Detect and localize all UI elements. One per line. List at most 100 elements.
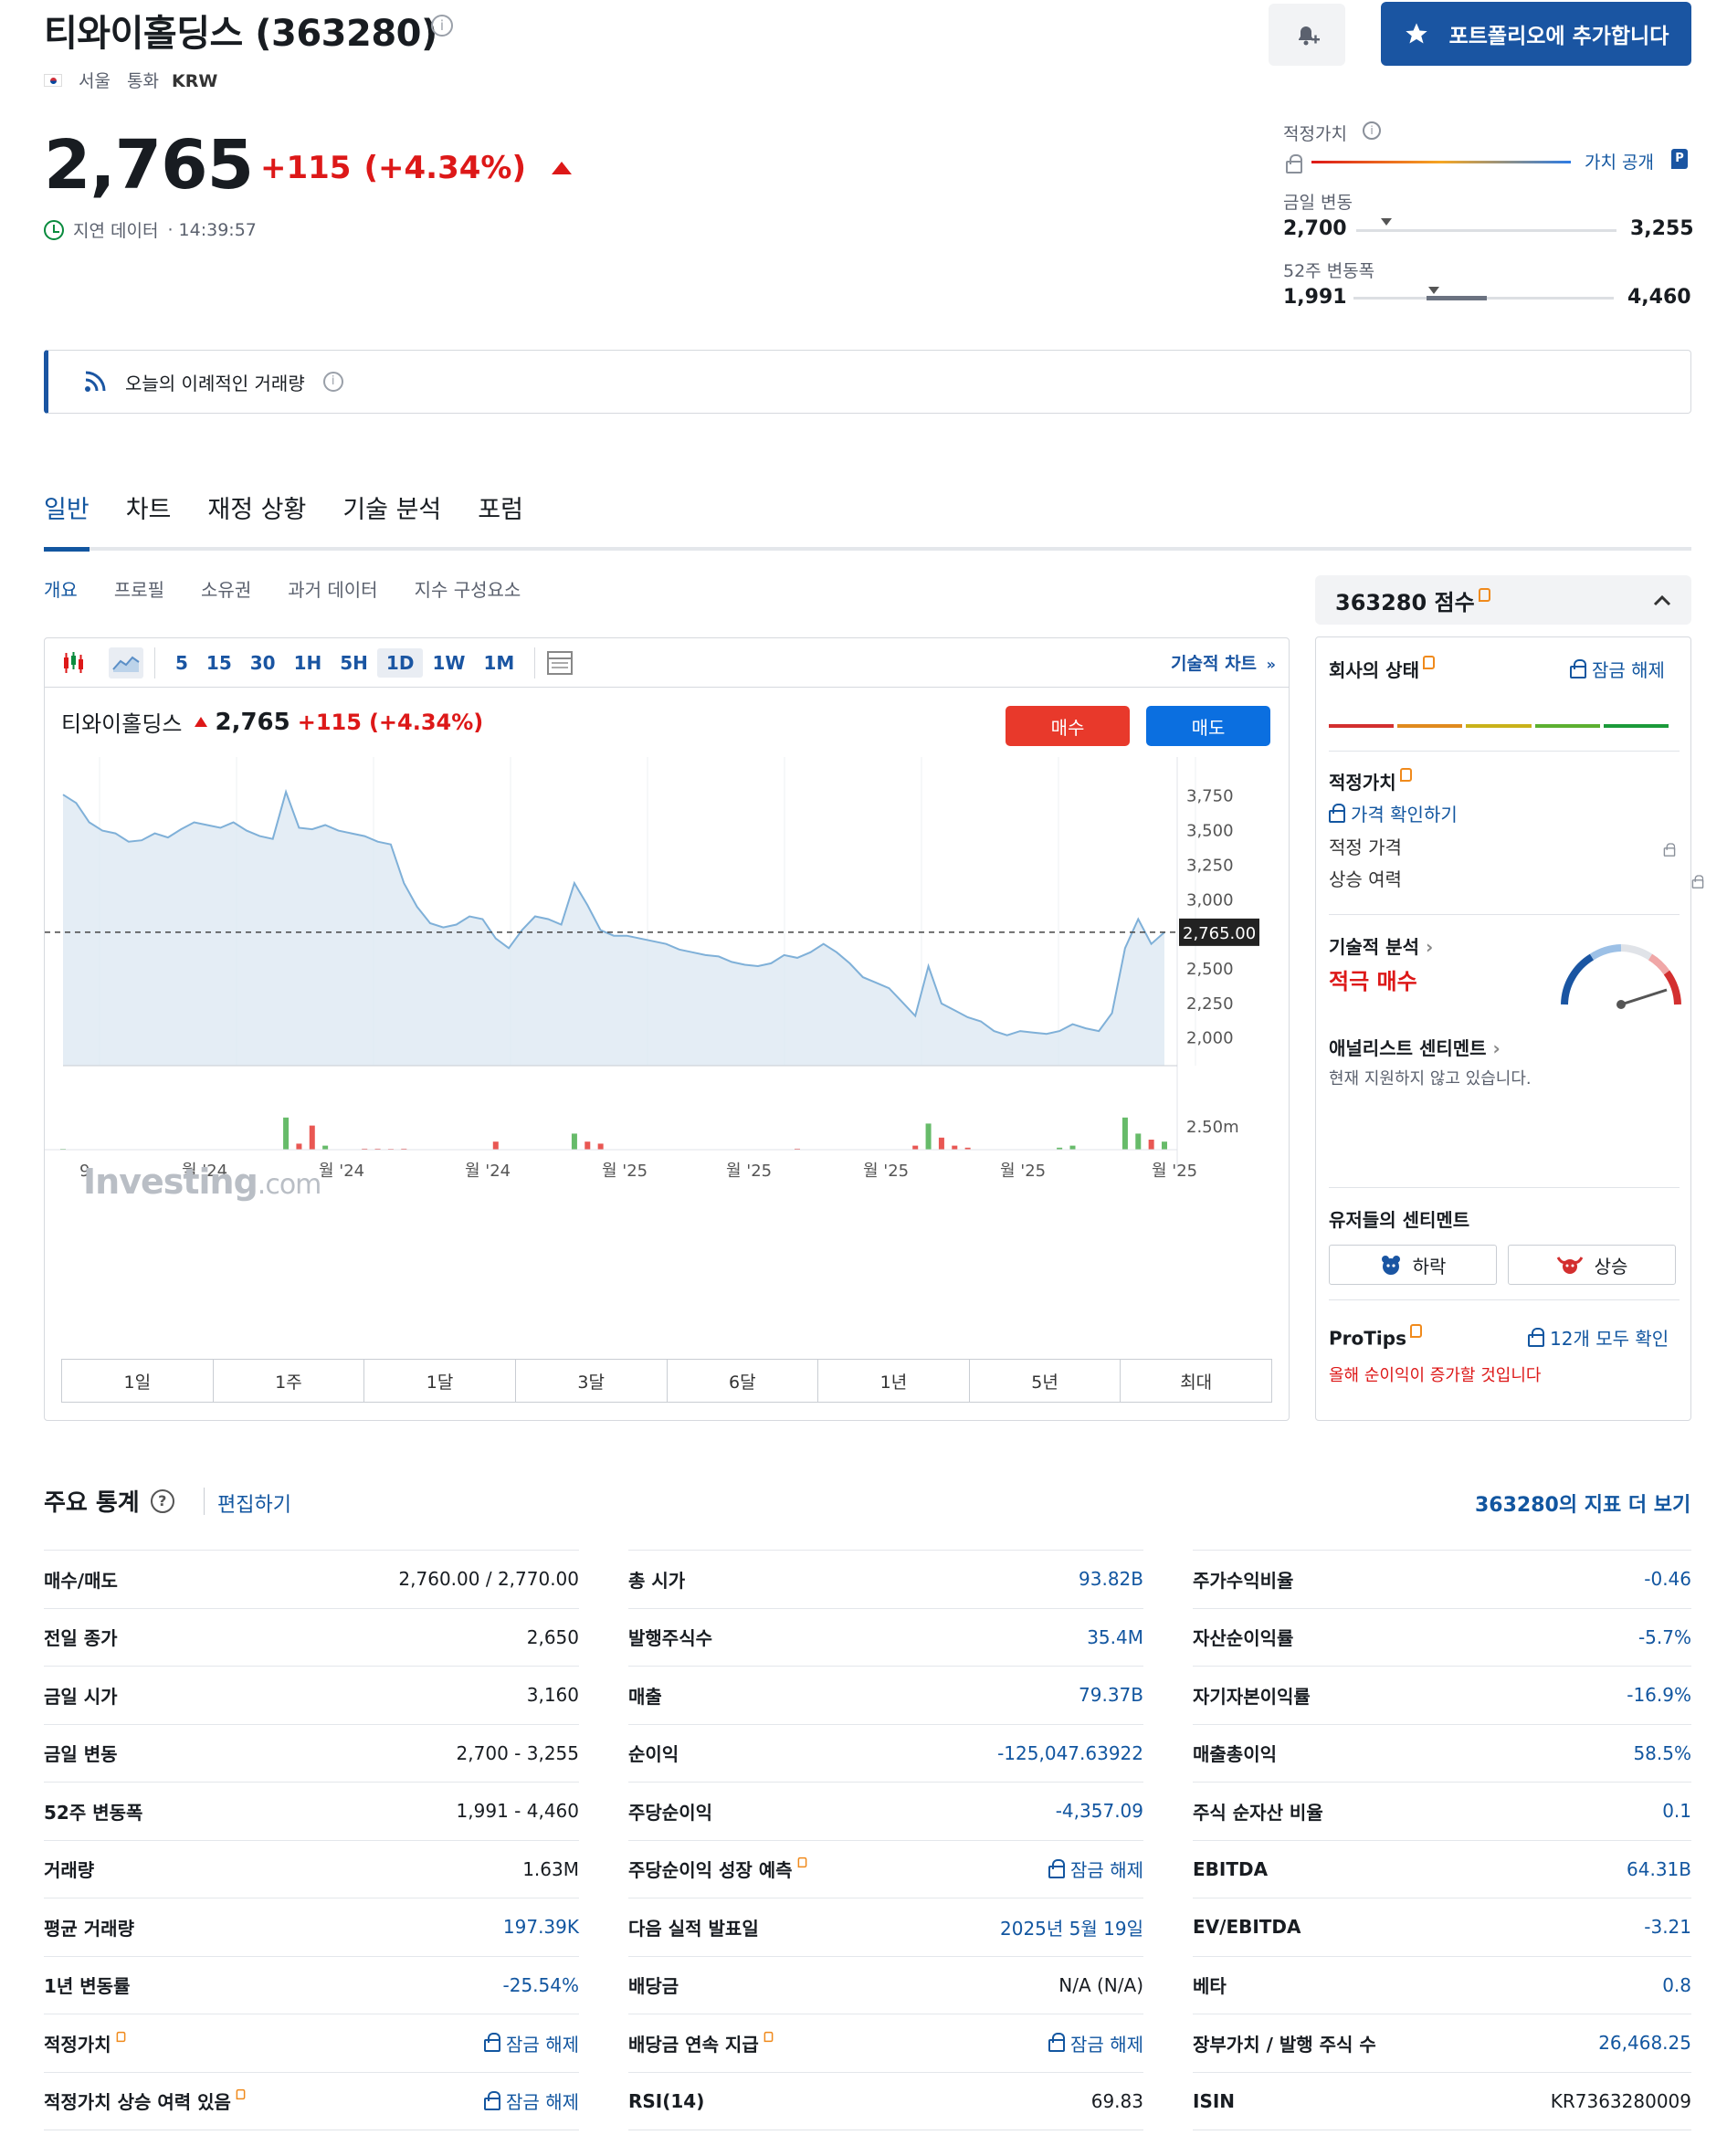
analyst-sentiment-link[interactable]: 애널리스트 센티멘트 ›: [1329, 1034, 1501, 1060]
alert-bell-button[interactable]: [1269, 4, 1345, 66]
technical-chart-link[interactable]: 기술적 차트 »: [1171, 650, 1276, 675]
subtab-summary[interactable]: 개요: [44, 575, 78, 602]
interval-5[interactable]: 5: [166, 648, 197, 678]
gauge-icon: [1561, 944, 1681, 1009]
interval-15[interactable]: 15: [197, 648, 241, 678]
stat-value[interactable]: -3.21: [1644, 1916, 1691, 1938]
stat-value[interactable]: 잠금 해제: [484, 2088, 579, 2114]
edit-stats-link[interactable]: 편집하기: [217, 1488, 291, 1518]
reveal-value-link[interactable]: 가치 공개: [1585, 149, 1654, 174]
y-tick-label: 3,250: [1186, 856, 1234, 875]
volume-bar: [597, 1143, 604, 1150]
change-value: +115: [260, 150, 352, 186]
tab-financials[interactable]: 재정 상황: [207, 489, 306, 552]
check-price-link[interactable]: 가격 확인하기: [1329, 800, 1458, 826]
subtab-ownership[interactable]: 소유권: [201, 575, 251, 602]
stat-value[interactable]: 93.82B: [1079, 1568, 1143, 1590]
stat-value[interactable]: -125,047.63922: [997, 1742, 1143, 1764]
pro-icon: [1409, 1324, 1422, 1338]
stat-value[interactable]: 잠금 해제: [1048, 1856, 1143, 1882]
tab-forum[interactable]: 포럼: [478, 489, 523, 552]
table-icon[interactable]: [546, 650, 574, 676]
stat-value[interactable]: 79.37B: [1079, 1684, 1143, 1706]
period-1y[interactable]: 1년: [818, 1360, 970, 1402]
lock-icon: [1048, 1858, 1066, 1878]
technical-analysis-label: 기술적 분석: [1329, 936, 1419, 958]
protips-see-all-link[interactable]: 12개 모두 확인: [1528, 1324, 1669, 1351]
stat-value-text: 0.8: [1662, 1973, 1691, 1996]
subtab-profile[interactable]: 프로필: [114, 575, 164, 602]
interval-1d[interactable]: 1D: [376, 647, 424, 678]
delay-status: 지연 데이터 · 14:39:57: [44, 217, 257, 242]
unlock-health-link[interactable]: 잠금 해제: [1570, 656, 1665, 682]
stat-value[interactable]: 잠금 해제: [1048, 2030, 1143, 2056]
stat-label-wrap: 거래량: [44, 1856, 94, 1882]
stat-value[interactable]: 26,468.25: [1598, 2032, 1691, 2054]
tab-technical[interactable]: 기술 분석: [342, 489, 441, 552]
lock-icon: [1329, 803, 1345, 823]
tab-overview[interactable]: 일반: [44, 489, 90, 552]
stat-value[interactable]: 2025년 5월 19일: [1000, 1914, 1143, 1940]
period-6m[interactable]: 6달: [668, 1360, 819, 1402]
x-tick-label: 월 '24: [465, 1162, 511, 1181]
fair-value-info-icon[interactable]: i: [1363, 121, 1381, 140]
period-1w[interactable]: 1주: [214, 1360, 365, 1402]
candlestick-icon[interactable]: [59, 649, 87, 677]
period-3m[interactable]: 3달: [516, 1360, 668, 1402]
toolbar-divider: [154, 647, 155, 678]
area-chart-button[interactable]: [109, 647, 143, 678]
period-max[interactable]: 최대: [1121, 1360, 1271, 1402]
stat-value[interactable]: -0.46: [1644, 1568, 1691, 1590]
stat-value[interactable]: 197.39K: [503, 1916, 579, 1938]
info-icon[interactable]: i: [431, 15, 453, 37]
52wk-range-label: 52주 변동폭: [1283, 261, 1375, 281]
stat-value[interactable]: 잠금 해제: [484, 2030, 579, 2056]
tab-chart[interactable]: 차트: [126, 489, 172, 552]
subtab-index-components[interactable]: 지수 구성요소: [415, 575, 521, 602]
interval-5h[interactable]: 5H: [331, 648, 377, 678]
stat-value[interactable]: -5.7%: [1638, 1626, 1691, 1648]
unusual-volume-banner[interactable]: 오늘의 이례적인 거래량 i: [44, 350, 1691, 414]
fair-value-heading-text: 적정가치: [1329, 772, 1396, 794]
technical-analysis-link[interactable]: 기술적 분석 ›: [1329, 932, 1433, 959]
stat-value[interactable]: 0.1: [1662, 1800, 1691, 1822]
stat-value-text: 1.63M: [522, 1857, 579, 1880]
volume-bar: [584, 1141, 591, 1150]
sell-button[interactable]: 매도: [1146, 706, 1270, 746]
stat-value-text: -5.7%: [1637, 1625, 1691, 1648]
interval-1m[interactable]: 1M: [474, 648, 523, 678]
subtab-historical[interactable]: 과거 데이터: [288, 575, 377, 602]
stat-value[interactable]: 35.4M: [1087, 1626, 1143, 1648]
x-tick-label: 월 '25: [602, 1162, 648, 1181]
day-range-bar: [1356, 229, 1616, 232]
stat-value[interactable]: 64.31B: [1627, 1858, 1691, 1880]
bullish-vote-button[interactable]: 상승: [1508, 1245, 1676, 1285]
lock-icon: [1663, 843, 1676, 857]
stat-label-wrap: 금일 변동: [44, 1740, 118, 1766]
stat-value[interactable]: -25.54%: [503, 1974, 579, 1996]
stat-row: 발행주식수 35.4M: [628, 1607, 1143, 1666]
help-icon[interactable]: ?: [150, 1488, 174, 1513]
stat-label-wrap: 주당순이익: [628, 1798, 712, 1825]
period-1d[interactable]: 1일: [62, 1360, 214, 1402]
buy-button[interactable]: 매수: [1006, 706, 1130, 746]
stat-value[interactable]: 58.5%: [1633, 1742, 1691, 1764]
lock-icon: [1528, 1327, 1544, 1347]
interval-1w[interactable]: 1W: [423, 648, 474, 678]
add-to-portfolio-button[interactable]: 포트폴리오에 추가합니다: [1381, 2, 1691, 66]
price-area-chart[interactable]: 3,750 3,500 3,250 3,000 2,500 2,250 2,000 2,765…: [45, 757, 1290, 1195]
stat-value[interactable]: -4,357.09: [1056, 1800, 1143, 1822]
stat-label-wrap: 매수/매도: [44, 1566, 118, 1593]
stat-value[interactable]: 0.8: [1662, 1974, 1691, 1996]
banner-info-icon[interactable]: i: [322, 372, 343, 392]
stat-value[interactable]: -16.9%: [1627, 1684, 1691, 1706]
y-tick-label: 2,250: [1186, 994, 1234, 1014]
interval-30[interactable]: 30: [241, 648, 285, 678]
period-1m[interactable]: 1달: [364, 1360, 516, 1402]
bearish-vote-button[interactable]: 하락: [1329, 1245, 1497, 1285]
check-price-label: 가격 확인하기: [1351, 804, 1458, 826]
period-5y[interactable]: 5년: [970, 1360, 1121, 1402]
score-header[interactable]: 363280 점수: [1315, 575, 1691, 625]
interval-1h[interactable]: 1H: [285, 648, 332, 678]
more-metrics-link[interactable]: 363280의 지표 더 보기: [1475, 1488, 1690, 1518]
